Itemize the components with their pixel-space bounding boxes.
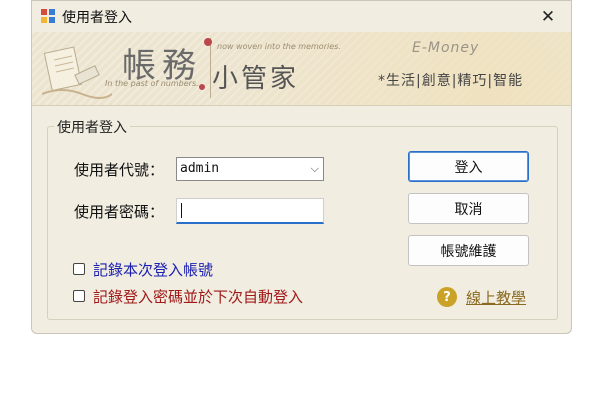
remember-user-checkbox[interactable] xyxy=(73,263,85,275)
help-icon[interactable]: ? xyxy=(437,287,457,307)
remember-password-label[interactable]: 記錄登入密碼並於下次自動登入 xyxy=(93,286,303,307)
notebook-illustration-icon xyxy=(42,46,112,99)
close-button[interactable]: ✕ xyxy=(525,1,571,32)
banner-title-secondary: 小管家 xyxy=(212,64,300,94)
remember-password-checkbox[interactable] xyxy=(73,290,85,302)
close-icon: ✕ xyxy=(540,6,556,27)
app-icon xyxy=(41,9,55,23)
title-bar[interactable]: 使用者登入 ✕ xyxy=(32,1,571,33)
password-label: 使用者密碼： xyxy=(74,203,165,221)
text-caret xyxy=(181,203,182,218)
user-id-label: 使用者代號： xyxy=(74,161,165,179)
banner-tagline-left: In the past of numbers. xyxy=(105,79,199,88)
banner-slogan: *生活|創意|精巧|智能 xyxy=(378,73,524,89)
password-input[interactable] xyxy=(176,198,324,224)
login-window: 使用者登入 ✕ 帳務 In the past of numbers. now w… xyxy=(31,0,572,334)
user-id-value: admin xyxy=(180,161,220,176)
banner-dot-small xyxy=(199,84,205,90)
window-title: 使用者登入 xyxy=(62,10,132,26)
online-tutorial-link[interactable]: 線上教學 xyxy=(466,287,526,308)
login-button[interactable]: 登入 xyxy=(408,151,529,182)
cancel-button[interactable]: 取消 xyxy=(408,193,529,224)
banner-dot xyxy=(204,38,212,46)
banner-divider xyxy=(210,38,211,98)
header-banner: 帳務 In the past of numbers. now woven int… xyxy=(32,32,571,106)
banner-brand: E-Money xyxy=(412,40,480,56)
remember-user-label[interactable]: 記錄本次登入帳號 xyxy=(93,259,213,280)
banner-tagline-top: now woven into the memories. xyxy=(217,42,341,51)
account-maintenance-button[interactable]: 帳號維護 xyxy=(408,235,529,266)
chevron-down-icon[interactable]: ⌵ xyxy=(311,158,319,180)
user-id-select[interactable]: admin ⌵ xyxy=(176,157,324,181)
login-group-title: 使用者登入 xyxy=(54,117,130,137)
